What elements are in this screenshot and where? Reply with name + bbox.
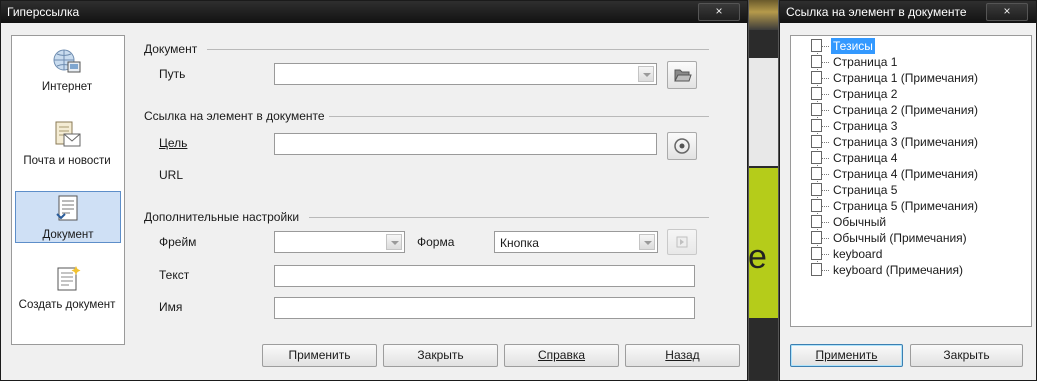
target-section-title: Ссылка на элемент в документе: [144, 109, 325, 123]
url-label: URL: [159, 168, 184, 182]
frame-combobox[interactable]: [274, 231, 405, 253]
sidebar-item-document[interactable]: Документ: [15, 191, 121, 243]
target-in-document-dialog: Ссылка на элемент в документе × Тезисы Ст…: [779, 0, 1037, 381]
document-elements-tree[interactable]: Тезисы Страница 1 Страница 1 (Примечания) С…: [790, 35, 1032, 327]
chevron-down-icon[interactable]: [386, 234, 402, 250]
document-icon: [53, 194, 83, 224]
text-input[interactable]: [274, 265, 695, 287]
events-icon: [676, 236, 688, 248]
chevron-down-icon[interactable]: [638, 66, 654, 82]
events-button[interactable]: [667, 229, 697, 255]
form-combobox[interactable]: Кнопка: [494, 231, 658, 253]
nav-dialog-title: Ссылка на элемент в документе: [786, 5, 967, 19]
sidebar-item-mail-news[interactable]: Почта и новости: [15, 114, 119, 190]
sidebar-item-label: Почта и новости: [23, 155, 111, 167]
form-label: Форма: [417, 235, 455, 249]
page-icon: [811, 87, 822, 100]
target-icon: [674, 138, 690, 154]
path-label: Путь: [159, 67, 186, 81]
nav-dialog-body: Тезисы Страница 1 Страница 1 (Примечания) С…: [782, 25, 1034, 378]
tree-item[interactable]: Страница 3 (Примечания): [831, 134, 980, 150]
tree-item[interactable]: Страница 2: [831, 86, 899, 102]
nav-dialog-titlebar[interactable]: Ссылка на элемент в документе ×: [780, 1, 1036, 23]
open-file-button[interactable]: [667, 61, 697, 89]
page-icon: [811, 119, 822, 132]
target-input[interactable]: [274, 133, 657, 155]
tree-item[interactable]: Страница 5: [831, 182, 899, 198]
chevron-down-icon[interactable]: [639, 234, 655, 250]
back-button[interactable]: Назад: [625, 344, 740, 367]
page-icon: [811, 231, 822, 244]
hyperlink-dialog-body: Интернет Почта и новости Документ Создат…: [3, 25, 745, 378]
path-combobox[interactable]: [274, 63, 657, 85]
close-button[interactable]: Закрыть: [383, 344, 498, 367]
close-icon[interactable]: ×: [698, 3, 740, 21]
document-section-title: Документ: [144, 42, 198, 56]
tree-item[interactable]: Страница 3: [831, 118, 899, 134]
close-button[interactable]: Закрыть: [910, 344, 1023, 367]
target-label: Цель: [159, 136, 188, 150]
sidebar-item-label: Интернет: [41, 81, 93, 93]
page-icon: [811, 71, 822, 84]
target-in-document-button[interactable]: [667, 132, 697, 160]
tree-item[interactable]: Обычный: [831, 214, 888, 230]
hyperlink-type-sidebar: Интернет Почта и новости Документ Создат…: [11, 35, 125, 345]
target-section-divider: [329, 116, 709, 117]
globe-icon: [52, 46, 82, 76]
page-icon: [811, 55, 822, 68]
sidebar-item-label: Создать документ: [18, 299, 116, 311]
page-icon: [811, 199, 822, 212]
page-icon: [811, 103, 822, 116]
page-icon: [811, 247, 822, 260]
help-button[interactable]: Справка: [504, 344, 619, 367]
tree-item[interactable]: Обычный (Примечания): [831, 230, 969, 246]
extra-settings-divider: [309, 217, 709, 218]
new-document-icon: [52, 264, 82, 294]
tree-item[interactable]: Страница 4: [831, 150, 899, 166]
tree-item[interactable]: keyboard: [831, 246, 884, 262]
page-icon: [811, 39, 822, 52]
tree-item[interactable]: keyboard (Примечания): [831, 262, 965, 278]
extra-settings-title: Дополнительные настройки: [144, 210, 300, 224]
mail-icon: [52, 120, 82, 150]
name-input[interactable]: [274, 297, 695, 319]
tree-item[interactable]: Страница 5 (Примечания): [831, 198, 980, 214]
tree-item[interactable]: Страница 4 (Примечания): [831, 166, 980, 182]
page-icon: [811, 183, 822, 196]
hyperlink-dialog-titlebar[interactable]: Гиперссылка ×: [1, 1, 747, 23]
sidebar-item-new-document[interactable]: Создать документ: [15, 258, 119, 334]
close-icon[interactable]: ×: [986, 3, 1028, 21]
document-section-divider: [207, 49, 709, 50]
name-label: Имя: [159, 300, 183, 314]
frame-label: Фрейм: [159, 235, 197, 249]
tree-item[interactable]: Страница 2 (Примечания): [831, 102, 980, 118]
folder-icon: [674, 69, 692, 82]
page-icon: [811, 167, 822, 180]
tree-item[interactable]: Страница 1: [831, 54, 899, 70]
form-value: Кнопка: [500, 236, 539, 250]
page-icon: [811, 135, 822, 148]
page-icon: [811, 215, 822, 228]
apply-button[interactable]: Применить: [262, 344, 377, 367]
text-label: Текст: [159, 268, 190, 282]
hyperlink-dialog-title: Гиперссылка: [7, 5, 80, 19]
tree-item[interactable]: Страница 1 (Примечания): [831, 70, 980, 86]
apply-button[interactable]: Применить: [790, 344, 903, 367]
page-icon: [811, 263, 822, 276]
sidebar-item-internet[interactable]: Интернет: [15, 40, 119, 106]
hyperlink-dialog: Гиперссылка × Интернет Почта и новости Д…: [0, 0, 748, 381]
page-icon: [811, 151, 822, 164]
sidebar-item-label: Документ: [42, 229, 94, 241]
tree-item[interactable]: Тезисы: [831, 38, 875, 54]
